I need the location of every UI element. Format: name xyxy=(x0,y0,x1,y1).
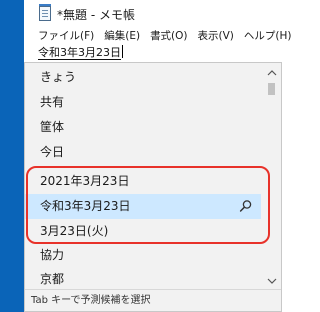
desktop-background xyxy=(0,0,24,312)
ime-candidate-window: きょう 共有 筐体 今日 2021年3月23日 令和3年3月23日 3月23日(… xyxy=(24,62,282,312)
candidate-item[interactable]: 3月23日(火) xyxy=(25,219,261,244)
candidate-item[interactable]: 共有 xyxy=(25,90,261,115)
scroll-thumb[interactable] xyxy=(268,83,275,95)
candidate-item[interactable]: 協力 xyxy=(25,243,261,268)
search-icon[interactable] xyxy=(239,199,253,213)
notepad-icon xyxy=(39,4,51,21)
candidate-hint: Tab キーで予測候補を選択 xyxy=(25,289,281,311)
candidate-label: 令和3年3月23日 xyxy=(40,199,131,213)
menu-edit[interactable]: 編集(E) xyxy=(94,28,140,45)
menu-file[interactable]: ファイル(F) xyxy=(24,28,94,45)
candidate-item[interactable]: 2021年3月23日 xyxy=(25,169,261,194)
candidate-item[interactable]: 今日 xyxy=(25,140,261,165)
window-title: *無題 - メモ帳 xyxy=(57,8,135,22)
scroll-up-arrow-icon[interactable] xyxy=(263,65,281,81)
menu-view[interactable]: 表示(V) xyxy=(188,28,234,45)
title-bar[interactable]: *無題 - メモ帳 xyxy=(24,0,312,28)
candidate-scrollbar[interactable] xyxy=(263,63,281,289)
ime-composition-text: 令和3年3月23日 xyxy=(38,46,121,60)
candidate-item-selected[interactable]: 令和3年3月23日 xyxy=(25,194,261,219)
scroll-down-arrow-icon[interactable] xyxy=(263,273,281,289)
candidate-item[interactable]: 筐体 xyxy=(25,115,261,140)
text-caret xyxy=(122,45,123,58)
menu-help[interactable]: ヘルプ(H) xyxy=(234,28,292,45)
menu-bar: ファイル(F) 編集(E) 書式(O) 表示(V) ヘルプ(H) xyxy=(24,28,312,45)
menu-format[interactable]: 書式(O) xyxy=(140,28,187,45)
text-editor-area[interactable]: 令和3年3月23日 xyxy=(38,45,123,61)
candidate-item[interactable]: きょう xyxy=(25,65,261,90)
